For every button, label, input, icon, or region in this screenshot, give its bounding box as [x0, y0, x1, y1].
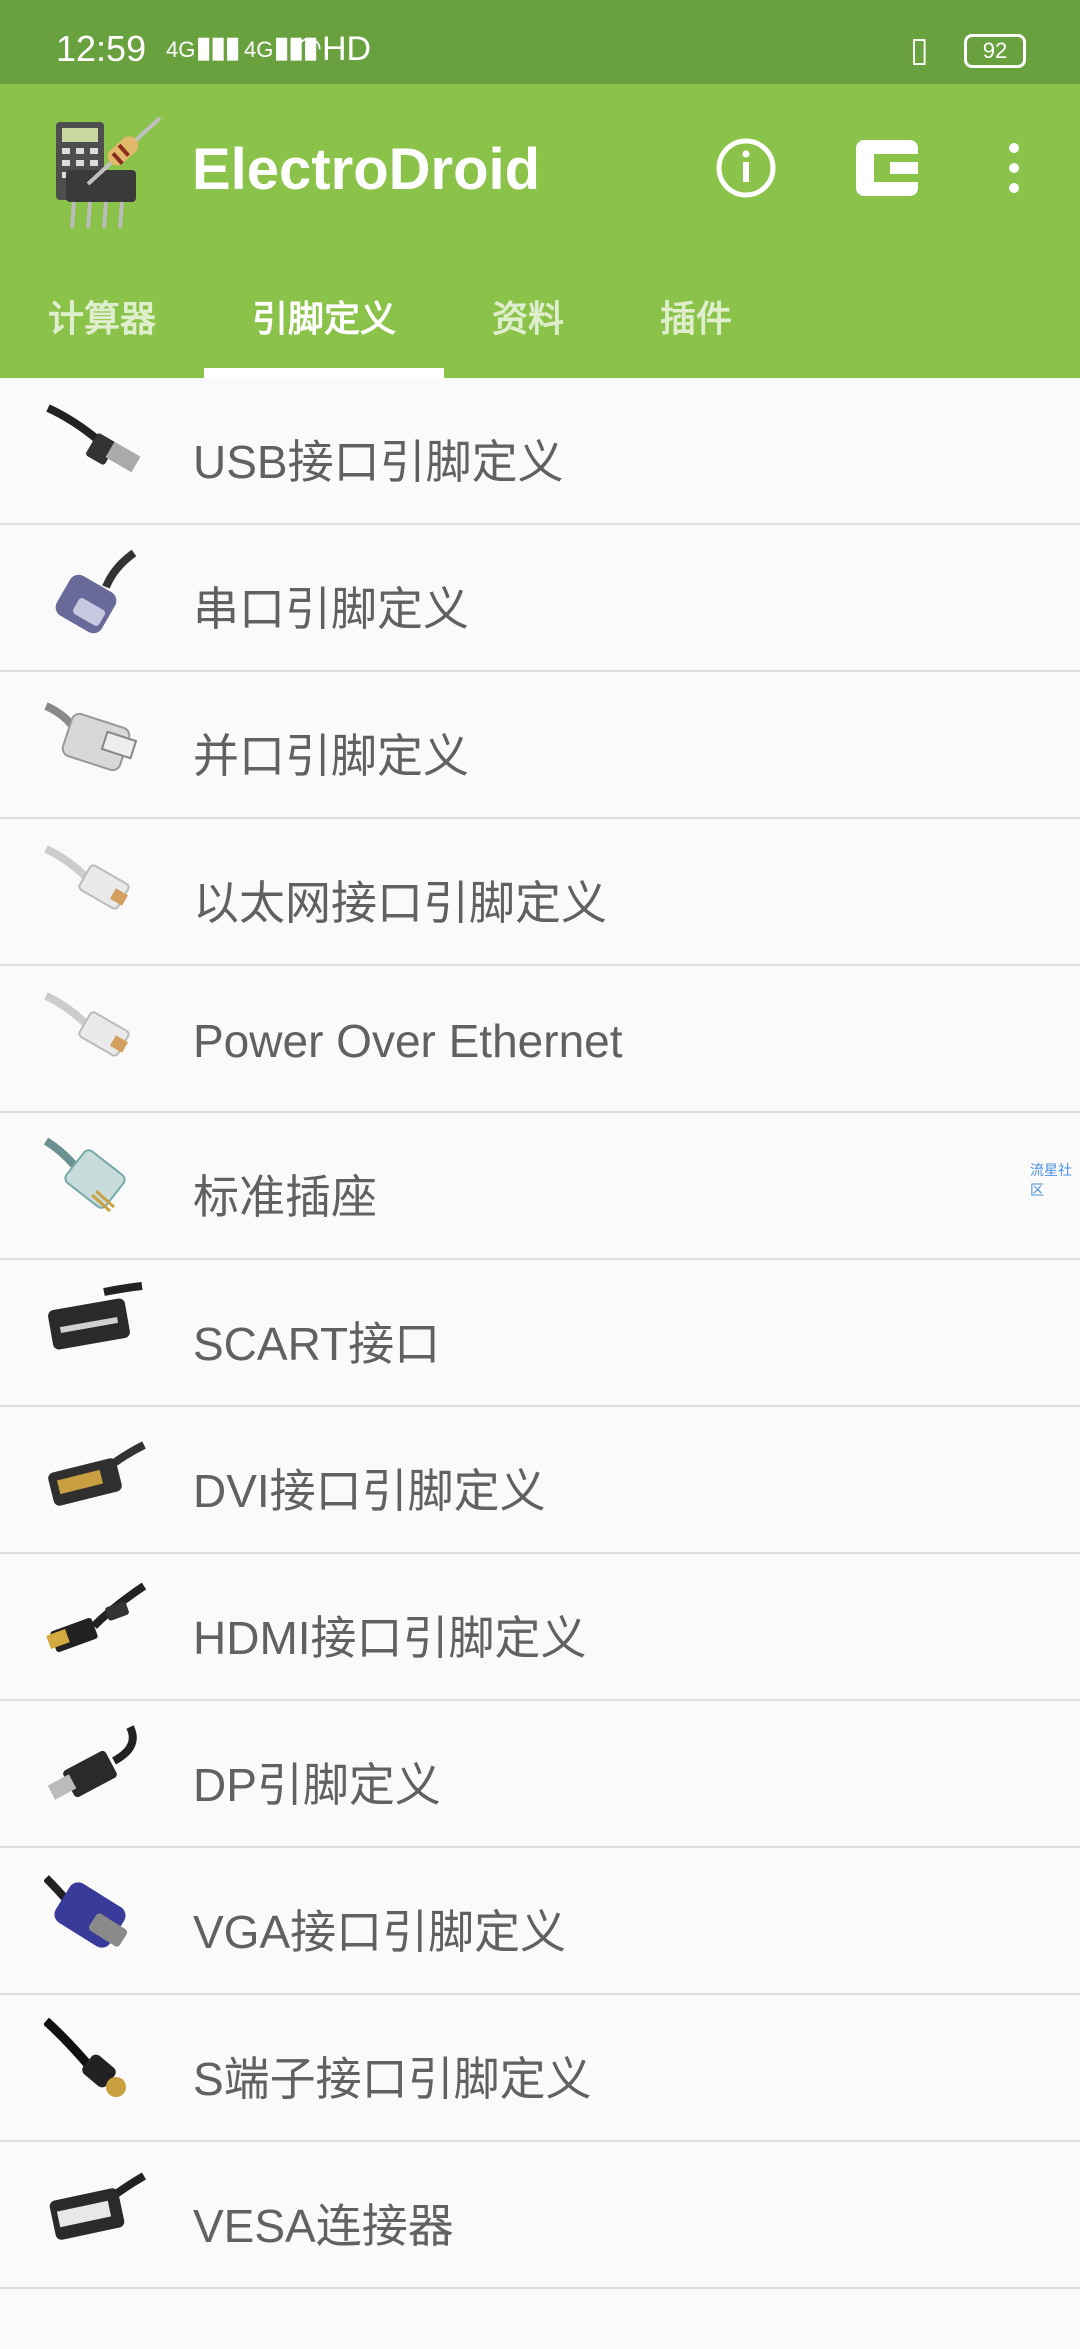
- tab-plugins[interactable]: 插件: [660, 290, 732, 342]
- hd-indicator: HD: [322, 30, 372, 68]
- list-item-label: S端子接口引脚定义: [193, 2053, 592, 2105]
- overflow-menu-icon[interactable]: [978, 132, 1050, 204]
- list-item-label: SCART接口: [193, 1318, 441, 1370]
- list-item-label: HDMI接口引脚定义: [193, 1612, 587, 1664]
- status-time: 12:59: [56, 28, 147, 69]
- list-item-label: 以太网接口引脚定义: [193, 877, 607, 929]
- list-item-usb[interactable]: USB接口引脚定义: [0, 378, 1080, 525]
- ethernet-connector-icon: [44, 845, 130, 910]
- list-item-poe[interactable]: Power Over Ethernet: [0, 966, 1080, 1113]
- list-item-label: VESA连接器: [193, 2200, 454, 2252]
- serial-connector-icon: [55, 549, 137, 634]
- scart-connector-icon: [48, 1282, 143, 1350]
- status-bar: 12:59 4G▮▮▮ 4G▮▮▮ ◠ HD ▯ 92: [0, 0, 1080, 84]
- list-item-displayport[interactable]: DP引脚定义: [0, 1701, 1080, 1848]
- list-item-label: DP引脚定义: [193, 1759, 441, 1811]
- displayport-connector-icon: [47, 1725, 137, 1800]
- poe-connector-icon: [44, 992, 130, 1057]
- tab-bar: 计算器 引脚定义 资料 插件: [0, 270, 1080, 378]
- list-item-ethernet[interactable]: 以太网接口引脚定义: [0, 819, 1080, 966]
- list-item-label: 串口引脚定义: [193, 583, 469, 635]
- plugin-icon[interactable]: [852, 132, 924, 204]
- list-item-vesa[interactable]: VESA连接器: [0, 2142, 1080, 2289]
- signal-1-icon: 4G▮▮▮: [166, 31, 241, 64]
- phone-jack-icon: [44, 1137, 126, 1213]
- vga-connector-icon: [44, 1875, 128, 1948]
- list-item-dvi[interactable]: DVI接口引脚定义: [0, 1407, 1080, 1554]
- list-item-hdmi[interactable]: HDMI接口引脚定义: [0, 1554, 1080, 1701]
- list-item-label: DVI接口引脚定义: [193, 1465, 546, 1517]
- info-icon[interactable]: [710, 132, 782, 204]
- tab-indicator: [204, 368, 444, 378]
- vibrate-icon: ▯: [910, 30, 929, 70]
- list-item-label: Power Over Ethernet: [193, 1015, 623, 1067]
- list-item-s-video[interactable]: S端子接口引脚定义: [0, 1995, 1080, 2142]
- list-item-partial[interactable]: [0, 2289, 1080, 2349]
- pinout-list: USB接口引脚定义 串口引脚定义 并口引脚定义 以太网接口引脚定义 Power …: [0, 378, 1080, 2349]
- list-item-label: 标准插座: [193, 1171, 377, 1223]
- dvi-connector-icon: [48, 1441, 146, 1506]
- app-logo-icon: [56, 116, 162, 229]
- tab-calculator[interactable]: 计算器: [48, 290, 156, 342]
- list-item-phone-jack[interactable]: 标准插座: [0, 1113, 1080, 1260]
- list-item-label: USB接口引脚定义: [193, 436, 564, 488]
- list-item-vga[interactable]: VGA接口引脚定义: [0, 1848, 1080, 1995]
- vesa-connector-icon: [49, 2172, 146, 2240]
- list-item-scart[interactable]: SCART接口: [0, 1260, 1080, 1407]
- parallel-connector-icon: [44, 702, 138, 772]
- watermark: 流星社区: [1030, 1163, 1072, 1199]
- hdmi-connector-icon: [46, 1582, 147, 1653]
- list-item-serial[interactable]: 串口引脚定义: [0, 525, 1080, 672]
- usb-connector-icon: [46, 404, 141, 473]
- list-item-label: VGA接口引脚定义: [193, 1906, 567, 1958]
- tab-pinouts[interactable]: 引脚定义: [252, 290, 396, 342]
- tab-resources[interactable]: 资料: [492, 290, 564, 342]
- app-title: ElectroDroid: [192, 137, 541, 202]
- s-video-connector-icon: [44, 2017, 126, 2097]
- list-item-label: 并口引脚定义: [193, 730, 469, 782]
- battery-indicator: 92: [964, 34, 1026, 68]
- wifi-icon: ◠: [296, 31, 323, 64]
- list-item-parallel[interactable]: 并口引脚定义: [0, 672, 1080, 819]
